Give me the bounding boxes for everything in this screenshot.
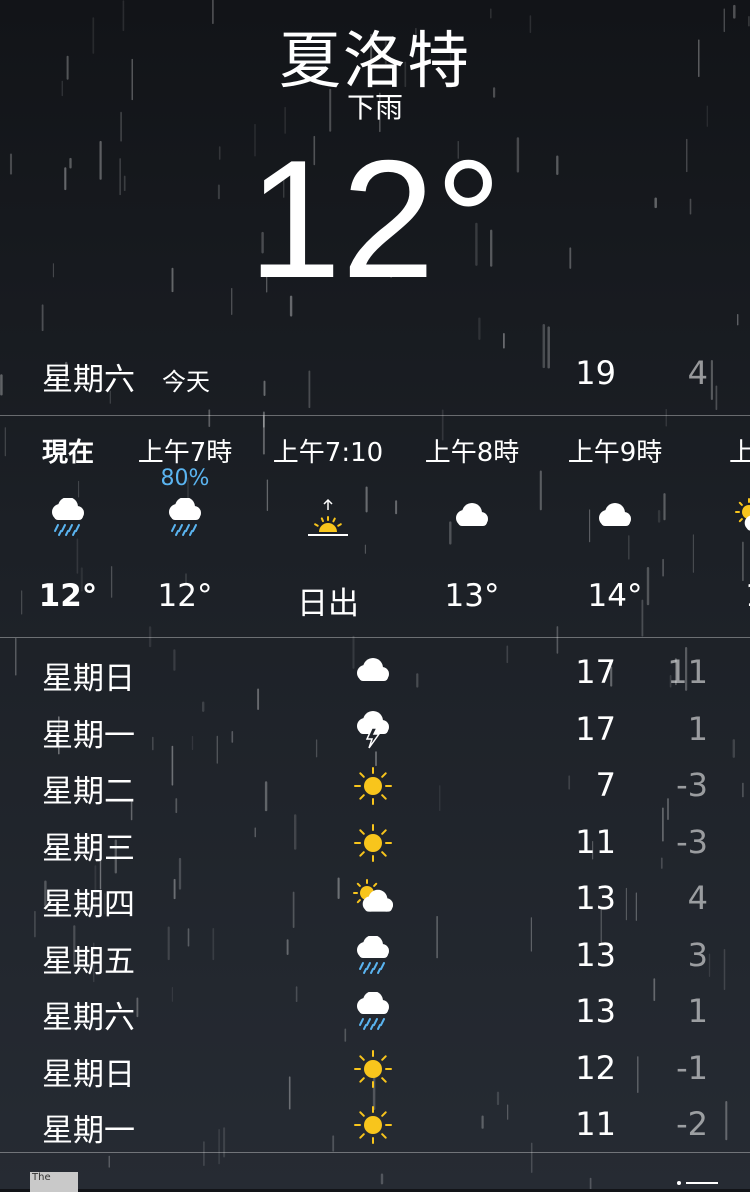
day-name: 星期三 [42,830,135,867]
hourly-temperature: 1 [690,578,750,614]
sun-icon [353,766,393,806]
high-temp: 12 [575,1048,616,1087]
rain-cloud-icon [353,934,393,976]
partly-sunny-icon [735,498,750,538]
hourly-temperature: 12° [38,578,98,614]
cloud-icon [452,498,492,538]
today-high-temp: 19 [575,354,616,392]
day-name: 星期五 [42,943,135,980]
hourly-item: 上午8時 13° [407,426,537,621]
daily-row: 星期四 13 4 [0,871,750,927]
daily-row: 星期日 12 -1 [0,1041,750,1097]
cloud-icon [353,653,393,693]
high-temp: 7 [595,766,616,804]
low-temp: -3 [676,822,708,861]
day-name: 星期四 [42,887,135,923]
daily-row: 星期五 13 3 [0,928,750,984]
sun-icon [353,1105,393,1145]
high-temp: 11 [575,1105,616,1143]
thunderstorm-icon [353,710,393,750]
sunrise-icon [308,498,348,538]
daily-row: 星期三 11 -3 [0,815,750,871]
hourly-item: 上午 1 [690,426,750,621]
hourly-time-label: 上午7:10 [272,438,384,468]
daily-row: 星期二 7 -3 [0,758,750,814]
cloud-icon [595,498,635,538]
high-temp: 17 [575,709,616,748]
today-low-temp: 4 [687,354,708,392]
high-temp: 13 [575,992,616,1030]
sun-icon [353,823,393,863]
hourly-item: 現在 12° [3,426,133,621]
high-temp: 11 [575,822,616,861]
weather-channel-logo[interactable]: The [30,1172,78,1192]
low-temp: 1 [687,992,708,1030]
daily-row: 星期六 13 1 [0,984,750,1040]
today-day-name: 星期六 [42,362,135,398]
hourly-time-label: 現在 [41,438,94,468]
low-temp: 11 [667,653,708,691]
daily-row: 星期日 17 11 [0,645,750,701]
hourly-time-label: 上午7時 [137,438,233,468]
hourly-temperature: 日出 [297,586,359,622]
daily-row: 星期一 17 1 [0,702,750,758]
day-name: 星期六 [42,1000,135,1036]
low-temp: -2 [676,1105,708,1143]
current-temperature: 12° [247,125,503,313]
day-name: 星期一 [42,1113,135,1149]
hourly-temperature: 13° [444,578,500,614]
day-name: 星期一 [42,717,135,754]
rain-cloud-icon [165,497,205,538]
hourly-time-label: 上午9時 [567,438,663,468]
hourly-temperature: 12° [157,578,213,614]
divider [0,1152,750,1153]
low-temp: -3 [676,766,708,804]
rain-cloud-icon [353,991,393,1032]
precip-chance: 80% [160,466,210,491]
low-temp: 3 [687,935,708,974]
high-temp: 13 [575,935,616,974]
hourly-item: 上午7:10 日出 [263,426,393,622]
low-temp: 4 [687,879,708,917]
hourly-item: 上午9時 14° [550,426,680,621]
today-tag: 今天 [162,368,210,396]
day-name: 星期二 [42,774,135,810]
hourly-item: 上午7時 80% 12° [120,426,250,621]
low-temp: 1 [687,709,708,748]
hourly-time-label: 上午8時 [424,438,520,468]
high-temp: 13 [575,879,616,917]
divider [0,637,750,638]
daily-row: 星期一 11 -2 [0,1097,750,1153]
hourly-time-label: 上午 [728,438,750,468]
partly-sunny-icon [353,879,394,919]
sun-icon [353,1049,393,1089]
hourly-temperature: 14° [587,578,643,614]
low-temp: -1 [676,1048,708,1087]
day-name: 星期日 [42,661,135,697]
weather-condition: 下雨 [346,91,403,124]
day-name: 星期日 [42,1056,135,1093]
rain-cloud-icon [48,497,88,538]
divider [0,415,750,416]
high-temp: 17 [575,653,616,691]
